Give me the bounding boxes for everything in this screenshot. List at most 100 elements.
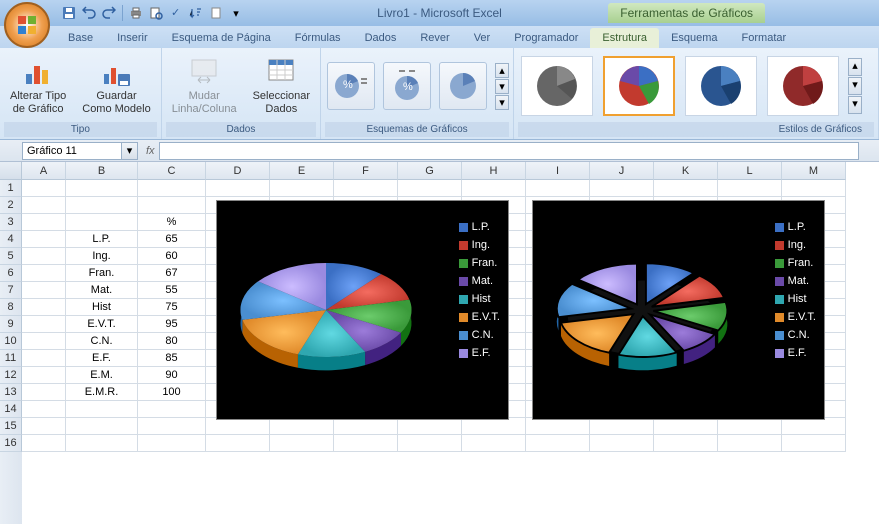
row-header-16[interactable]: 16	[0, 435, 22, 452]
cell[interactable]	[22, 265, 66, 282]
cell[interactable]	[22, 180, 66, 197]
cell[interactable]	[718, 180, 782, 197]
cell[interactable]	[22, 418, 66, 435]
cell[interactable]	[22, 401, 66, 418]
cell[interactable]	[22, 435, 66, 452]
cell[interactable]	[22, 367, 66, 384]
cell[interactable]	[270, 180, 334, 197]
col-header-H[interactable]: H	[462, 162, 526, 180]
cell[interactable]	[526, 418, 590, 435]
row-header-10[interactable]: 10	[0, 333, 22, 350]
tab-esquema[interactable]: Esquema	[659, 28, 729, 48]
col-header-I[interactable]: I	[526, 162, 590, 180]
row-header-12[interactable]: 12	[0, 367, 22, 384]
row-header-2[interactable]: 2	[0, 197, 22, 214]
cell[interactable]: E.F.	[66, 350, 138, 367]
cell[interactable]	[398, 418, 462, 435]
cell[interactable]	[22, 384, 66, 401]
cell[interactable]	[66, 435, 138, 452]
cell[interactable]	[138, 180, 206, 197]
chart-layout-2[interactable]: %	[383, 62, 431, 110]
cell[interactable]	[66, 197, 138, 214]
cell[interactable]	[270, 435, 334, 452]
chart-style-2[interactable]	[603, 56, 675, 116]
cell[interactable]: %	[138, 214, 206, 231]
styles-scroll-down[interactable]: ▾	[848, 77, 862, 95]
cell[interactable]	[22, 299, 66, 316]
cell[interactable]	[22, 231, 66, 248]
cell[interactable]	[782, 180, 846, 197]
cell[interactable]	[22, 248, 66, 265]
row-header-5[interactable]: 5	[0, 248, 22, 265]
cell[interactable]	[654, 435, 718, 452]
row-header-7[interactable]: 7	[0, 282, 22, 299]
qat-dropdown-icon[interactable]: ▾	[227, 4, 245, 22]
layouts-scroll-down[interactable]: ▾	[495, 79, 509, 94]
cell[interactable]: Fran.	[66, 265, 138, 282]
cell[interactable]	[718, 435, 782, 452]
select-all-corner[interactable]	[0, 162, 22, 180]
cell[interactable]: E.M.	[66, 367, 138, 384]
select-data-button[interactable]: Seleccionar Dados	[247, 54, 316, 118]
cell[interactable]	[782, 418, 846, 435]
col-header-A[interactable]: A	[22, 162, 66, 180]
chart-style-3[interactable]	[685, 56, 757, 116]
cell[interactable]	[22, 197, 66, 214]
tab-base[interactable]: Base	[56, 28, 105, 48]
styles-scroll-up[interactable]: ▴	[848, 58, 862, 76]
office-button[interactable]	[4, 2, 50, 48]
formula-input[interactable]	[159, 142, 859, 160]
cell[interactable]	[654, 180, 718, 197]
col-header-E[interactable]: E	[270, 162, 334, 180]
tab-programador[interactable]: Programador	[502, 28, 590, 48]
change-chart-type-button[interactable]: Alterar Tipo de Gráfico	[4, 54, 72, 118]
cell[interactable]	[22, 350, 66, 367]
embedded-chart-1[interactable]: L.P.Ing.Fran.Mat.HistE.V.T.C.N.E.F.	[216, 200, 509, 420]
cell[interactable]	[22, 333, 66, 350]
redo-icon[interactable]	[100, 4, 118, 22]
cell[interactable]	[462, 418, 526, 435]
tab-rever[interactable]: Rever	[408, 28, 461, 48]
cell[interactable]	[590, 180, 654, 197]
cell[interactable]: 55	[138, 282, 206, 299]
cell[interactable]: E.M.R.	[66, 384, 138, 401]
cell[interactable]	[66, 180, 138, 197]
cell[interactable]	[22, 316, 66, 333]
layouts-scroll-up[interactable]: ▴	[495, 63, 509, 78]
cell[interactable]	[66, 401, 138, 418]
chart-style-1[interactable]	[521, 56, 593, 116]
cell[interactable]	[334, 435, 398, 452]
tab-esquema-pagina[interactable]: Esquema de Página	[160, 28, 283, 48]
col-header-G[interactable]: G	[398, 162, 462, 180]
cell[interactable]	[526, 435, 590, 452]
row-header-13[interactable]: 13	[0, 384, 22, 401]
layouts-more[interactable]: ▾	[495, 95, 509, 110]
tab-inserir[interactable]: Inserir	[105, 28, 160, 48]
cell[interactable]: 67	[138, 265, 206, 282]
cell[interactable]: 90	[138, 367, 206, 384]
tab-formatar[interactable]: Formatar	[730, 28, 799, 48]
tab-ver[interactable]: Ver	[462, 28, 503, 48]
col-header-K[interactable]: K	[654, 162, 718, 180]
chart-layout-1[interactable]: %	[327, 62, 375, 110]
cell[interactable]: 60	[138, 248, 206, 265]
styles-more[interactable]: ▾	[848, 96, 862, 114]
cell[interactable]	[270, 418, 334, 435]
col-header-M[interactable]: M	[782, 162, 846, 180]
worksheet-grid[interactable]: 12345678910111213141516 %L.P.65Ing.60Fra…	[0, 180, 879, 524]
cell[interactable]	[22, 214, 66, 231]
cell[interactable]: C.N.	[66, 333, 138, 350]
row-header-8[interactable]: 8	[0, 299, 22, 316]
col-header-L[interactable]: L	[718, 162, 782, 180]
cell[interactable]: Mat.	[66, 282, 138, 299]
cell[interactable]	[22, 282, 66, 299]
cell[interactable]	[334, 180, 398, 197]
cell[interactable]	[66, 418, 138, 435]
tab-dados[interactable]: Dados	[353, 28, 409, 48]
sort-icon[interactable]	[187, 4, 205, 22]
row-header-9[interactable]: 9	[0, 316, 22, 333]
print-preview-icon[interactable]	[147, 4, 165, 22]
new-icon[interactable]	[207, 4, 225, 22]
row-header-3[interactable]: 3	[0, 214, 22, 231]
cell[interactable]: L.P.	[66, 231, 138, 248]
